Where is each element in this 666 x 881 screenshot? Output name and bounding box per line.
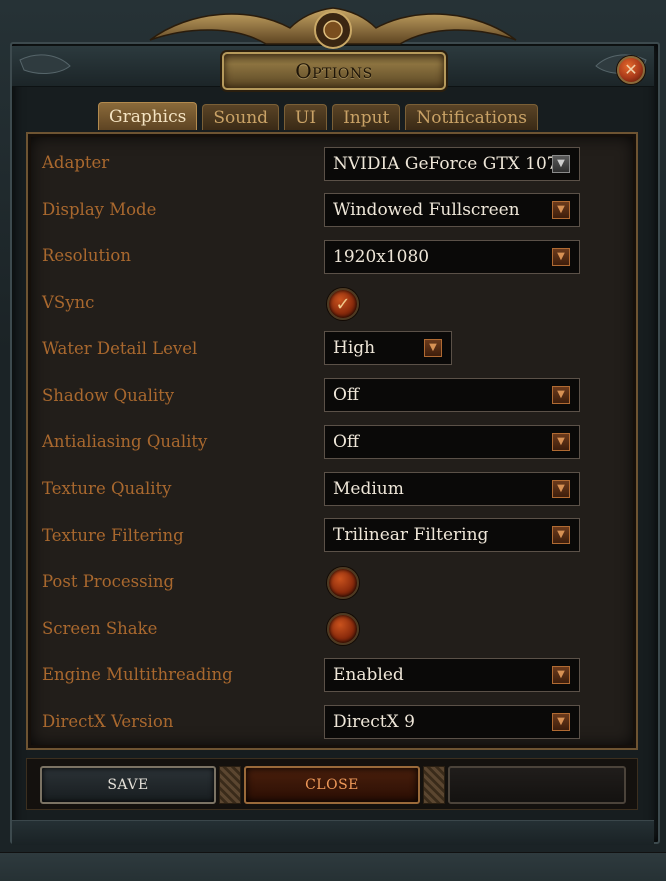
- chevron-down-icon: ▼: [552, 666, 570, 684]
- texture-quality-dropdown[interactable]: Medium ▼: [324, 472, 580, 506]
- tab-label: Sound: [213, 107, 269, 128]
- tab-label: Input: [343, 107, 390, 128]
- chevron-down-icon: ▼: [552, 155, 570, 173]
- tab-graphics[interactable]: Graphics: [98, 102, 198, 130]
- directx-version-value: DirectX 9: [333, 712, 415, 732]
- chevron-down-icon: ▼: [552, 201, 570, 219]
- tab-sound[interactable]: Sound: [202, 104, 280, 130]
- screen-shake-checkbox[interactable]: [327, 613, 359, 645]
- chevron-down-icon: ▼: [552, 713, 570, 731]
- post-processing-checkbox[interactable]: [327, 567, 359, 599]
- resolution-label: Resolution: [42, 246, 131, 265]
- resolution-value: 1920x1080: [333, 247, 430, 267]
- vsync-label: VSync: [42, 293, 95, 312]
- directx-version-label: DirectX Version: [42, 712, 174, 731]
- antialiasing-value: Off: [333, 432, 360, 452]
- texture-filtering-dropdown[interactable]: Trilinear Filtering ▼: [324, 518, 580, 552]
- close-x-icon[interactable]: ✕: [617, 56, 645, 84]
- antialiasing-label: Antialiasing Quality: [42, 432, 208, 451]
- close-button-label: CLOSE: [305, 777, 359, 793]
- water-detail-dropdown[interactable]: High ▼: [324, 331, 452, 365]
- water-detail-value: High: [333, 338, 376, 358]
- tab-notifications[interactable]: Notifications: [405, 104, 538, 130]
- empty-button-slot: [448, 766, 626, 804]
- chevron-down-icon: ▼: [552, 480, 570, 498]
- adapter-dropdown[interactable]: NVIDIA GeForce GTX 1070 ▼: [324, 147, 580, 181]
- save-button[interactable]: SAVE: [40, 766, 216, 804]
- water-detail-label: Water Detail Level: [42, 339, 198, 358]
- close-button[interactable]: CLOSE: [244, 766, 420, 804]
- texture-quality-value: Medium: [333, 479, 404, 499]
- screen-shake-label: Screen Shake: [42, 619, 158, 638]
- window-title-plate: Options: [222, 52, 446, 90]
- window-base: [0, 852, 666, 881]
- chevron-down-icon: ▼: [424, 339, 442, 357]
- engine-multithreading-dropdown[interactable]: Enabled ▼: [324, 658, 580, 692]
- window-title: Options: [295, 59, 373, 83]
- chevron-down-icon: ▼: [552, 248, 570, 266]
- display-mode-dropdown[interactable]: Windowed Fullscreen ▼: [324, 193, 580, 227]
- chevron-down-icon: ▼: [552, 526, 570, 544]
- tab-ui[interactable]: UI: [284, 104, 328, 130]
- checkmark-icon: ✓: [335, 293, 351, 315]
- save-button-label: SAVE: [107, 777, 149, 793]
- engine-multithreading-label: Engine Multithreading: [42, 665, 233, 684]
- adapter-value: NVIDIA GeForce GTX 1070: [333, 154, 569, 174]
- antialiasing-dropdown[interactable]: Off ▼: [324, 425, 580, 459]
- tab-label: UI: [295, 107, 317, 128]
- engine-multithreading-value: Enabled: [333, 665, 404, 685]
- shadow-quality-label: Shadow Quality: [42, 386, 175, 405]
- display-mode-value: Windowed Fullscreen: [333, 200, 520, 220]
- shadow-quality-value: Off: [333, 385, 360, 405]
- shadow-quality-dropdown[interactable]: Off ▼: [324, 378, 580, 412]
- button-connector: [219, 766, 241, 804]
- tab-label: Graphics: [109, 106, 187, 127]
- button-connector: [423, 766, 445, 804]
- display-mode-label: Display Mode: [42, 200, 157, 219]
- tab-label: Notifications: [416, 107, 527, 128]
- chevron-down-icon: ▼: [552, 433, 570, 451]
- chevron-down-icon: ▼: [552, 386, 570, 404]
- texture-quality-label: Texture Quality: [42, 479, 172, 498]
- window-footer: [12, 820, 654, 845]
- texture-filtering-value: Trilinear Filtering: [333, 525, 489, 545]
- adapter-label: Adapter: [42, 153, 110, 172]
- resolution-dropdown[interactable]: 1920x1080 ▼: [324, 240, 580, 274]
- vsync-checkbox[interactable]: ✓: [327, 288, 359, 320]
- directx-version-dropdown[interactable]: DirectX 9 ▼: [324, 705, 580, 739]
- post-processing-label: Post Processing: [42, 572, 175, 591]
- texture-filtering-label: Texture Filtering: [42, 526, 184, 545]
- options-tabs: Graphics Sound UI Input Notifications: [98, 102, 538, 132]
- tab-input[interactable]: Input: [332, 104, 401, 130]
